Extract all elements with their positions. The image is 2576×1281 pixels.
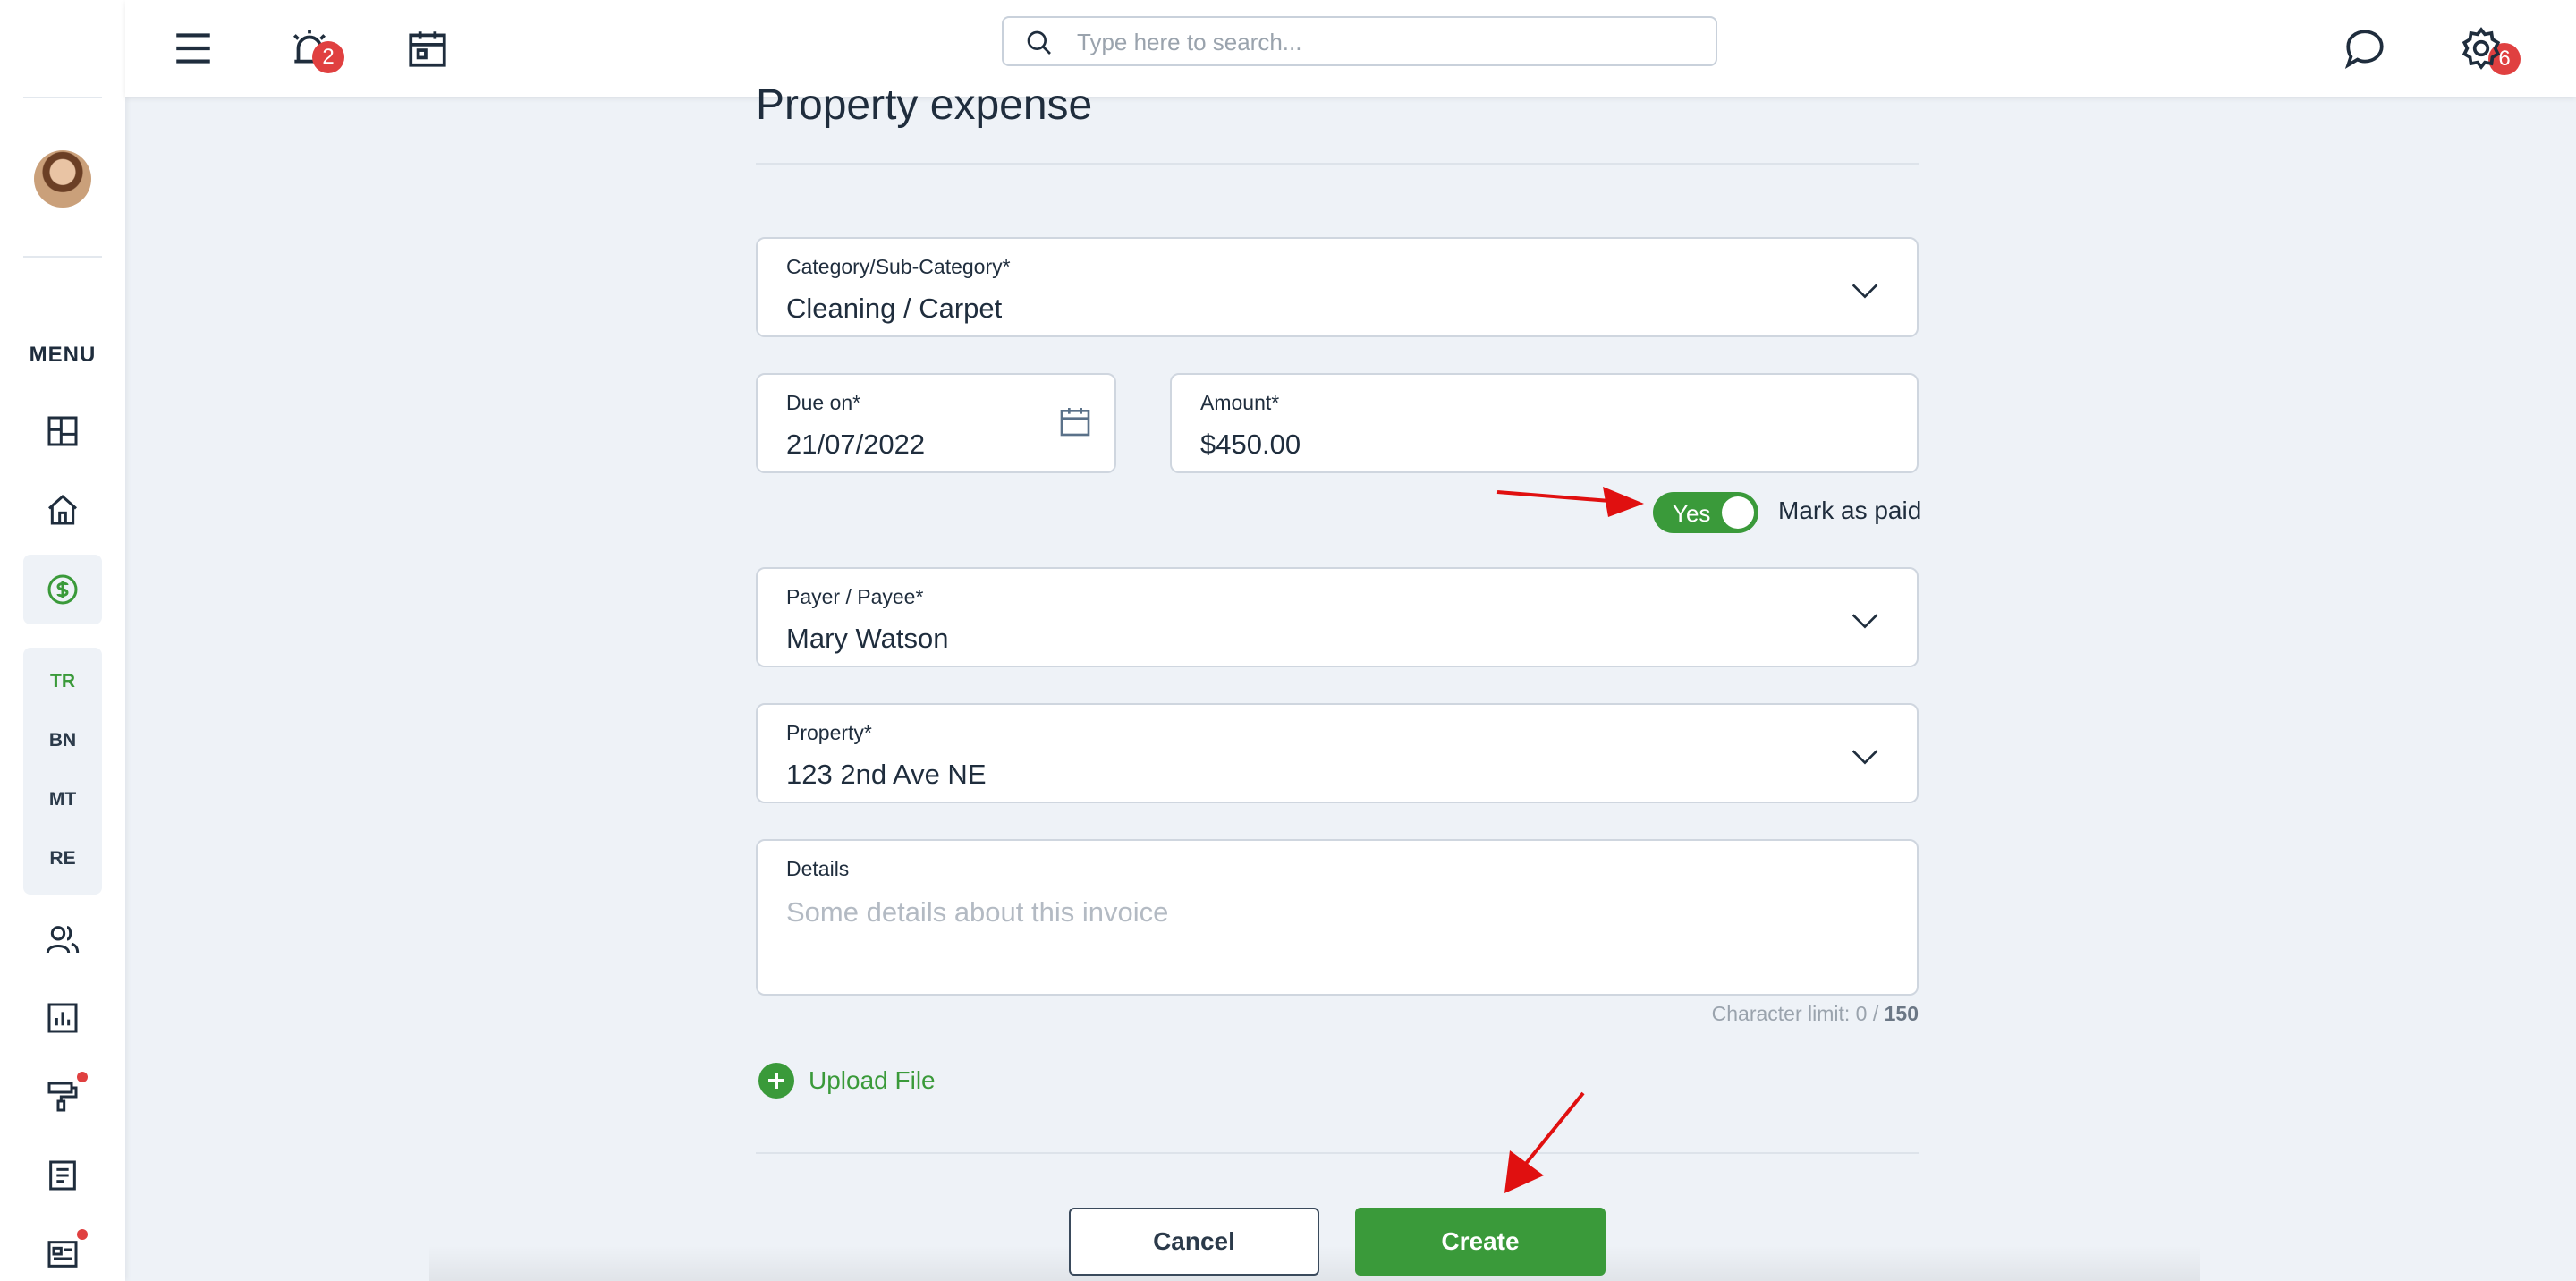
mark-paid-toggle[interactable]: Yes [1653,492,1758,533]
plus-icon [758,1063,794,1099]
create-button[interactable]: Create [1355,1208,1606,1276]
top-header: 2 6 [125,0,2576,97]
details-label: Details [786,857,850,880]
property-value: 123 2nd Ave NE [786,759,987,790]
search-input[interactable] [1075,25,1687,59]
upload-file-label: Upload File [809,1066,936,1094]
hamburger-menu-icon[interactable] [161,16,225,81]
title-divider [756,163,1919,165]
category-label: Category/Sub-Category* [786,255,1011,278]
chevron-down-icon [1852,614,1878,629]
char-limit-prefix: Character limit: 0 / [1711,1002,1885,1025]
notification-dot [77,1229,88,1240]
payer-label: Payer / Payee* [786,585,924,608]
people-icon[interactable] [36,912,89,966]
character-limit: Character limit: 0 / 150 [1712,1002,1919,1026]
amount-label: Amount* [1200,391,1280,414]
annotation-arrow [1496,487,1644,517]
property-select[interactable]: Property* 123 2nd Ave NE [756,703,1919,803]
accounting-submenu: TR BN MT RE [23,648,102,895]
chat-icon[interactable] [2333,16,2397,81]
payer-value: Mary Watson [786,623,949,654]
notification-dot [77,1072,88,1082]
gear-icon[interactable] [2449,16,2513,81]
category-select[interactable]: Category/Sub-Category* Cleaning / Carpet [756,237,1919,337]
annotation-arrow [1504,1091,1585,1193]
sidebar-divider [23,256,102,258]
search-bar[interactable] [1002,16,1717,66]
sidebar: MENU TR BN MT RE [0,0,125,1281]
chevron-down-icon [1852,284,1878,299]
calendar-icon[interactable] [395,16,460,81]
page-title: Property expense [756,81,1093,129]
category-value: Cleaning / Carpet [786,293,1003,324]
submenu-item-tr[interactable]: TR [23,671,102,692]
dashboard-icon[interactable] [36,404,89,458]
due-date-field[interactable]: Due on* 21/07/2022 [756,373,1116,473]
sidebar-divider [23,97,102,98]
mark-paid-label: Mark as paid [1778,496,1922,524]
form-divider [756,1152,1919,1154]
notification-badge: 2 [312,41,344,73]
document-icon[interactable] [36,1149,89,1202]
cancel-button[interactable]: Cancel [1069,1208,1319,1276]
submenu-item-bn[interactable]: BN [23,730,102,751]
amount-value: $450.00 [1200,428,1301,460]
due-date-value: 21/07/2022 [786,428,926,460]
toggle-text: Yes [1673,500,1711,527]
search-icon [1027,30,1051,55]
toggle-knob [1722,496,1754,529]
home-icon[interactable] [36,483,89,537]
details-placeholder: Some details about this invoice [786,896,1169,928]
due-date-label: Due on* [786,391,861,414]
submenu-item-mt[interactable]: MT [23,789,102,810]
payer-select[interactable]: Payer / Payee* Mary Watson [756,567,1919,667]
calendar-icon[interactable] [1057,403,1093,439]
property-label: Property* [786,721,872,744]
chevron-down-icon [1852,750,1878,765]
details-textarea[interactable]: Details Some details about this invoice [756,839,1919,996]
char-limit-max: 150 [1884,1002,1919,1025]
submenu-item-re[interactable]: RE [23,848,102,870]
upload-file-button[interactable]: Upload File [758,1063,936,1099]
avatar[interactable] [34,150,91,208]
dollar-icon[interactable] [36,563,89,616]
menu-label: MENU [29,343,97,367]
amount-field[interactable]: Amount* $450.00 [1170,373,1919,473]
reports-icon[interactable] [36,991,89,1045]
